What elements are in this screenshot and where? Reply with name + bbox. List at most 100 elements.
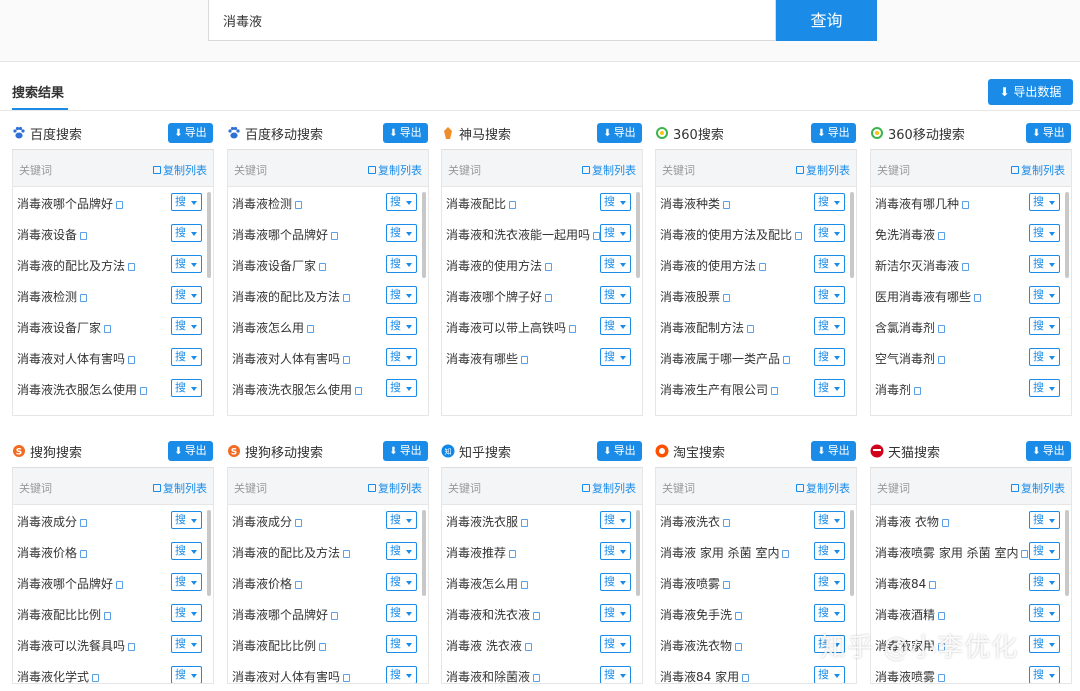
engine-select[interactable]: 搜 <box>386 604 417 622</box>
copy-icon[interactable] <box>962 200 970 209</box>
copy-icon[interactable] <box>343 355 351 364</box>
copy-icon[interactable] <box>116 200 124 209</box>
engine-select[interactable]: 搜 <box>171 379 202 397</box>
copy-icon[interactable] <box>938 611 946 620</box>
keyword-link[interactable]: 消毒液怎么用 <box>232 319 315 336</box>
engine-select[interactable]: 搜 <box>386 542 417 560</box>
copy-icon[interactable] <box>295 200 303 209</box>
keyword-link[interactable]: 消毒液价格 <box>232 575 303 592</box>
keyword-link[interactable]: 消毒液和洗衣液能一起用吗 <box>446 226 601 243</box>
keyword-link[interactable]: 消毒液种类 <box>660 195 731 212</box>
engine-select[interactable]: 搜 <box>1029 193 1060 211</box>
keyword-link[interactable]: 消毒液成分 <box>232 513 303 530</box>
copy-list-button[interactable]: 复制列表 <box>796 480 850 496</box>
copy-icon[interactable] <box>521 518 529 527</box>
copy-icon[interactable] <box>723 580 731 589</box>
engine-select[interactable]: 搜 <box>814 348 845 366</box>
copy-icon[interactable] <box>771 386 779 395</box>
copy-icon[interactable] <box>593 231 601 240</box>
copy-icon[interactable] <box>509 549 517 558</box>
engine-select[interactable]: 搜 <box>386 286 417 304</box>
engine-select[interactable]: 搜 <box>386 317 417 335</box>
copy-icon[interactable] <box>914 386 922 395</box>
keyword-link[interactable]: 消毒液配比比例 <box>17 606 112 623</box>
engine-select[interactable]: 搜 <box>814 193 845 211</box>
copy-icon[interactable] <box>545 293 553 302</box>
engine-select[interactable]: 搜 <box>814 666 845 683</box>
keyword-link[interactable]: 消毒液洗衣服怎么使用 <box>17 381 148 398</box>
scrollbar[interactable] <box>422 510 426 596</box>
scrollbar[interactable] <box>422 192 426 278</box>
scrollbar[interactable] <box>207 192 211 278</box>
keyword-link[interactable]: 消毒液免手洗 <box>660 606 743 623</box>
engine-select[interactable]: 搜 <box>814 379 845 397</box>
copy-icon[interactable] <box>1021 549 1029 558</box>
keyword-link[interactable]: 消毒液的使用方法及配比 <box>660 226 803 243</box>
keyword-link[interactable]: 消毒液配制方法 <box>660 319 755 336</box>
engine-select[interactable]: 搜 <box>1029 604 1060 622</box>
scrollbar[interactable] <box>1065 192 1069 278</box>
copy-icon[interactable] <box>80 518 88 527</box>
copy-icon[interactable] <box>783 355 791 364</box>
keyword-link[interactable]: 消毒液检测 <box>17 288 88 305</box>
keyword-link[interactable]: 消毒液检测 <box>232 195 303 212</box>
copy-icon[interactable] <box>116 580 124 589</box>
copy-icon[interactable] <box>307 324 315 333</box>
copy-icon[interactable] <box>938 324 946 333</box>
keyword-link[interactable]: 消毒液喷雾 家用 杀菌 室内 <box>875 544 1029 561</box>
copy-list-button[interactable]: 复制列表 <box>1011 480 1065 496</box>
keyword-link[interactable]: 消毒液 家用 杀菌 室内 <box>660 544 790 561</box>
engine-select[interactable]: 搜 <box>1029 286 1060 304</box>
copy-icon[interactable] <box>938 355 946 364</box>
keyword-link[interactable]: 消毒剂 <box>875 381 922 398</box>
keyword-link[interactable]: 消毒液洗衣服 <box>446 513 529 530</box>
keyword-link[interactable]: 消毒液的配比及方法 <box>232 544 351 561</box>
keyword-link[interactable]: 消毒液哪个品牌好 <box>17 575 124 592</box>
keyword-link[interactable]: 消毒液洗衣服怎么使用 <box>232 381 363 398</box>
engine-select[interactable]: 搜 <box>386 511 417 529</box>
export-button[interactable]: ⬇ 导出 <box>811 123 856 143</box>
keyword-link[interactable]: 消毒液和除菌液 <box>446 668 541 683</box>
keyword-link[interactable]: 免洗消毒液 <box>875 226 946 243</box>
copy-icon[interactable] <box>723 200 731 209</box>
engine-select[interactable]: 搜 <box>171 286 202 304</box>
copy-icon[interactable] <box>104 324 112 333</box>
engine-select[interactable]: 搜 <box>171 255 202 273</box>
copy-list-button[interactable]: 复制列表 <box>1011 162 1065 178</box>
export-all-button[interactable]: ⬇ 导出数据 <box>988 79 1073 105</box>
keyword-link[interactable]: 消毒液成分 <box>17 513 88 530</box>
engine-select[interactable]: 搜 <box>814 573 845 591</box>
keyword-link[interactable]: 消毒液哪个牌子好 <box>446 288 553 305</box>
export-button[interactable]: ⬇ 导出 <box>383 123 428 143</box>
copy-list-button[interactable]: 复制列表 <box>153 480 207 496</box>
engine-select[interactable]: 搜 <box>600 635 631 653</box>
copy-icon[interactable] <box>128 262 136 271</box>
engine-select[interactable]: 搜 <box>1029 573 1060 591</box>
engine-select[interactable]: 搜 <box>171 604 202 622</box>
copy-list-button[interactable]: 复制列表 <box>153 162 207 178</box>
engine-select[interactable]: 搜 <box>386 255 417 273</box>
keyword-link[interactable]: 消毒液的配比及方法 <box>17 257 136 274</box>
keyword-link[interactable]: 消毒液化学式 <box>17 668 100 683</box>
engine-select[interactable]: 搜 <box>171 317 202 335</box>
copy-icon[interactable] <box>92 673 100 682</box>
scrollbar[interactable] <box>636 192 640 278</box>
keyword-link[interactable]: 消毒液生产有限公司 <box>660 381 779 398</box>
copy-icon[interactable] <box>742 673 750 682</box>
export-button[interactable]: ⬇ 导出 <box>383 441 428 461</box>
keyword-link[interactable]: 消毒液有哪些 <box>446 350 529 367</box>
copy-icon[interactable] <box>104 611 112 620</box>
engine-select[interactable]: 搜 <box>600 286 631 304</box>
engine-select[interactable]: 搜 <box>600 193 631 211</box>
copy-icon[interactable] <box>735 611 743 620</box>
engine-select[interactable]: 搜 <box>386 666 417 683</box>
export-button[interactable]: ⬇ 导出 <box>168 123 213 143</box>
copy-icon[interactable] <box>795 231 803 240</box>
export-button[interactable]: ⬇ 导出 <box>1026 441 1071 461</box>
copy-list-button[interactable]: 复制列表 <box>582 480 636 496</box>
keyword-link[interactable]: 消毒液推荐 <box>446 544 517 561</box>
copy-icon[interactable] <box>782 549 790 558</box>
engine-select[interactable]: 搜 <box>386 379 417 397</box>
keyword-link[interactable]: 消毒液对人体有害吗 <box>232 668 351 683</box>
engine-select[interactable]: 搜 <box>600 511 631 529</box>
